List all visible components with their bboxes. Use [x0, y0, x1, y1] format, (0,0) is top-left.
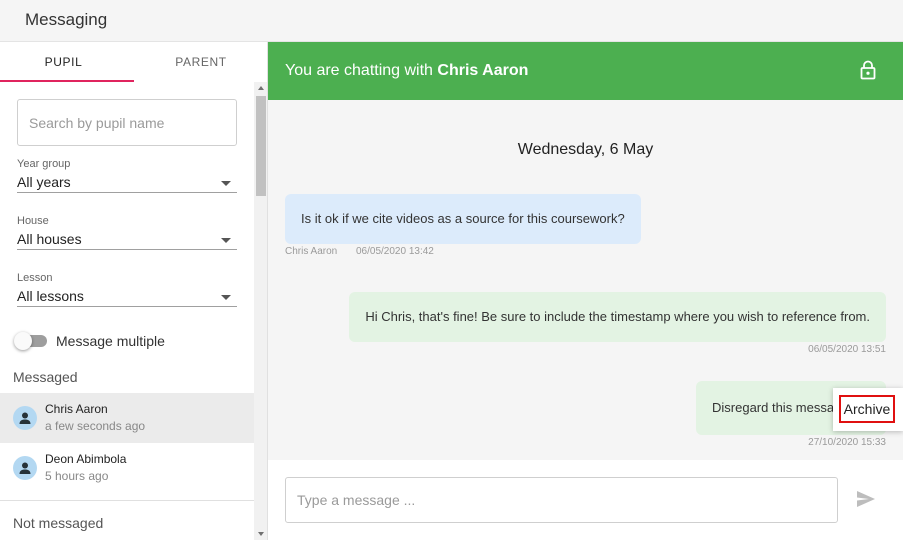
message-bubble-incoming[interactable]: Is it ok if we cite videos as a source f… — [285, 194, 641, 244]
avatar — [13, 406, 37, 430]
lesson-select[interactable]: All lessons — [17, 284, 237, 307]
message-timestamp: 27/10/2020 15:33 — [808, 437, 886, 448]
house-filter: House All houses — [17, 215, 237, 250]
archive-menu-item[interactable]: Archive — [839, 395, 895, 423]
chat-title-prefix: You are chatting with — [285, 62, 438, 79]
tab-parent[interactable]: PARENT — [134, 42, 267, 82]
date-separator: Wednesday, 6 May — [517, 141, 654, 158]
dropdown-arrow-icon — [221, 295, 231, 300]
scroll-thumb[interactable] — [256, 96, 266, 196]
chat-messages: Wednesday, 6 May Is it ok if we cite vid… — [268, 100, 903, 460]
lock-icon[interactable] — [860, 60, 876, 80]
lesson-filter: Lesson All lessons — [17, 272, 237, 307]
chat-header: You are chatting with Chris Aaron — [268, 42, 903, 100]
dropdown-arrow-icon — [221, 238, 231, 243]
contact-name: Deon Abimbola — [45, 452, 127, 466]
year-group-value: All years — [17, 174, 71, 190]
scroll-down-arrow-icon[interactable] — [258, 532, 264, 536]
app-title: Messaging — [25, 10, 108, 29]
message-composer — [268, 460, 903, 540]
message-context-menu: Archive — [833, 388, 903, 431]
message-multiple-row: Message multiple — [14, 331, 245, 351]
contact-time: 5 hours ago — [45, 469, 109, 483]
messaging-app: Messaging PUPIL PARENT Year group All ye… — [0, 0, 903, 540]
message-timestamp: 06/05/2020 13:51 — [808, 344, 886, 355]
send-icon[interactable] — [856, 490, 876, 508]
avatar — [13, 456, 37, 480]
chat-contact-name: Chris Aaron — [437, 62, 529, 79]
sidebar: PUPIL PARENT Year group All years House … — [0, 42, 268, 540]
year-group-label: Year group — [17, 158, 71, 170]
sidebar-scrollbar[interactable] — [254, 82, 267, 540]
house-label: House — [17, 215, 49, 227]
contact-time: a few seconds ago — [45, 419, 146, 433]
message-bubble-outgoing[interactable]: Hi Chris, that's fine! Be sure to includ… — [349, 292, 886, 342]
tab-pupil[interactable]: PUPIL — [0, 42, 127, 82]
recipient-tabs: PUPIL PARENT — [0, 42, 254, 82]
not-messaged-header: Not messaged — [13, 515, 104, 531]
message-multiple-toggle[interactable] — [14, 332, 47, 350]
toggle-thumb — [14, 332, 32, 350]
lesson-label: Lesson — [17, 272, 53, 284]
contact-chris-aaron[interactable]: Chris Aaron a few seconds ago — [0, 393, 254, 443]
message-input[interactable] — [285, 477, 838, 523]
messaged-header: Messaged — [13, 369, 78, 385]
search-input[interactable] — [17, 99, 237, 146]
chat-title: You are chatting with Chris Aaron — [285, 62, 528, 80]
house-select[interactable]: All houses — [17, 227, 237, 250]
lesson-value: All lessons — [17, 288, 84, 304]
section-divider — [0, 500, 254, 501]
person-icon — [19, 412, 31, 424]
house-value: All houses — [17, 231, 82, 247]
year-group-filter: Year group All years — [17, 158, 237, 193]
message-multiple-label: Message multiple — [56, 333, 165, 349]
active-tab-indicator — [0, 80, 134, 82]
person-icon — [19, 462, 31, 474]
contact-deon-abimbola[interactable]: Deon Abimbola 5 hours ago — [0, 443, 254, 493]
scroll-up-arrow-icon[interactable] — [258, 86, 264, 90]
message-timestamp: 06/05/2020 13:42 — [356, 246, 434, 257]
message-sender: Chris Aaron — [285, 246, 338, 257]
top-bar: Messaging — [0, 0, 903, 42]
year-group-select[interactable]: All years — [17, 170, 237, 193]
contact-name: Chris Aaron — [45, 402, 108, 416]
dropdown-arrow-icon — [221, 181, 231, 186]
